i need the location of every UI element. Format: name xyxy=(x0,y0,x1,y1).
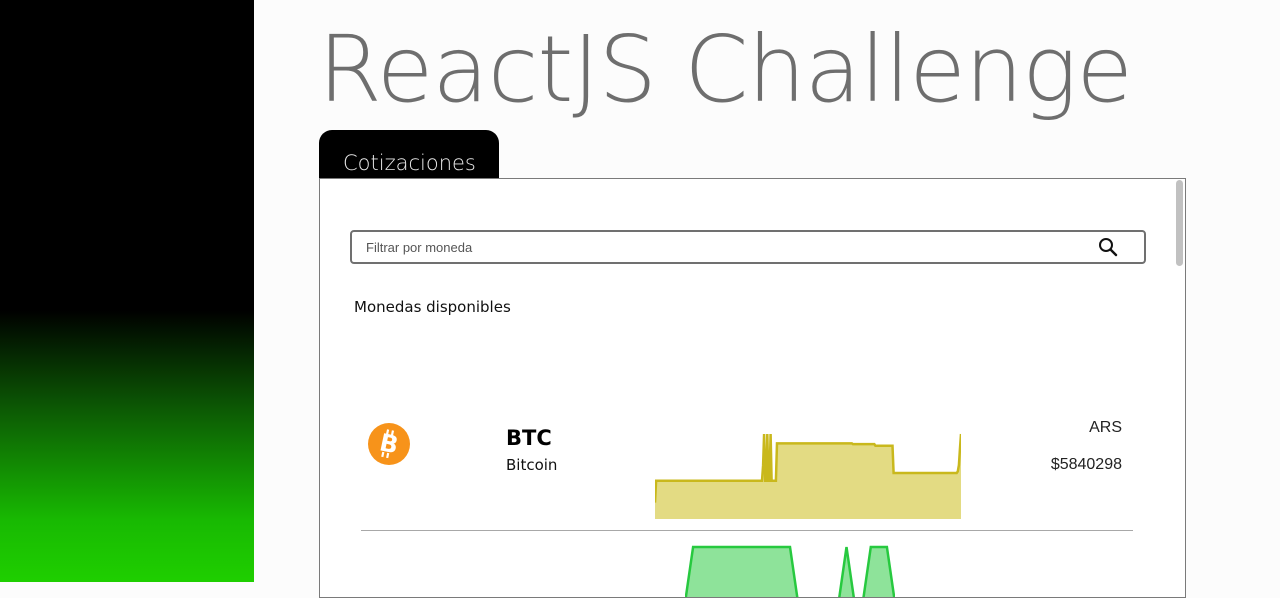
bitcoin-icon: B xyxy=(368,423,410,465)
coin-row-btc[interactable]: B BTC Bitcoin ARS $5840298 xyxy=(320,409,1180,529)
scrollbar[interactable] xyxy=(1175,180,1184,597)
coin-currency: ARS xyxy=(1089,419,1122,436)
coin-symbol: BTC xyxy=(506,426,552,450)
search-input[interactable] xyxy=(366,236,1086,258)
search-box xyxy=(350,230,1146,264)
quotes-panel: Monedas disponibles B BTC Bitcoin ARS $5… xyxy=(319,178,1186,598)
section-label: Monedas disponibles xyxy=(354,298,511,316)
tab-label: Cotizaciones xyxy=(343,151,476,175)
coin-sparkline xyxy=(685,545,895,597)
coin-price: $5840298 xyxy=(1050,456,1122,473)
coin-name: Bitcoin xyxy=(506,456,558,474)
page-title: ReactJS Challenge xyxy=(318,16,1133,123)
coin-sparkline xyxy=(655,433,961,519)
search-icon[interactable] xyxy=(1098,237,1118,257)
scrollbar-thumb[interactable] xyxy=(1176,180,1183,266)
sparkline-area xyxy=(655,434,961,519)
side-panel xyxy=(0,0,254,582)
row-divider xyxy=(361,530,1133,531)
tab-cotizaciones[interactable]: Cotizaciones xyxy=(319,130,499,179)
